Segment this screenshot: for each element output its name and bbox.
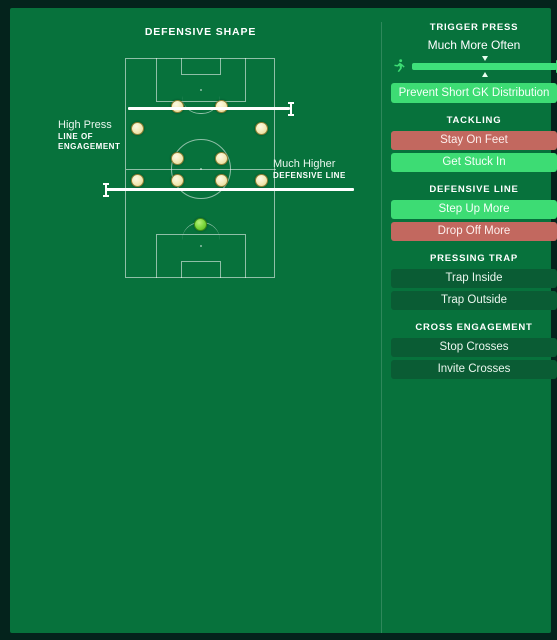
line-of-engagement-label-1: LINE OF <box>58 132 94 141</box>
player-token[interactable] <box>131 174 144 187</box>
page-title: DEFENSIVE SHAPE <box>144 26 257 38</box>
line-of-engagement-annotation: High Press LINE OF ENGAGEMENT <box>58 119 128 152</box>
tactics-screen: DEFENSIVE SHAPE High Press LINE OF ENGAG… <box>0 0 557 640</box>
section-defensive-line: DEFENSIVE LINE Step Up More Drop Off Mor… <box>391 184 557 241</box>
trigger-press-track[interactable] <box>412 55 557 77</box>
trigger-press-value: Much More Often <box>427 38 521 52</box>
get-stuck-in-button[interactable]: Get Stuck In <box>391 153 557 172</box>
line-of-engagement-marker[interactable] <box>128 107 290 110</box>
stay-on-feet-button[interactable]: Stay On Feet <box>391 131 557 150</box>
cross-engagement-title: CROSS ENGAGEMENT <box>415 322 533 333</box>
defensive-line-marker[interactable] <box>105 188 354 191</box>
trigger-press-title: TRIGGER PRESS <box>429 22 519 33</box>
stop-crosses-button[interactable]: Stop Crosses <box>391 338 557 357</box>
section-cross-engagement: CROSS ENGAGEMENT Stop Crosses Invite Cro… <box>391 322 557 379</box>
pitch-graphic[interactable] <box>125 58 276 278</box>
player-token[interactable] <box>131 122 144 135</box>
centre-spot <box>200 168 202 170</box>
player-token[interactable] <box>215 152 228 165</box>
prevent-short-gk-distribution-button[interactable]: Prevent Short GK Distribution <box>391 83 557 103</box>
section-tackling: TACKLING Stay On Feet Get Stuck In <box>391 115 557 172</box>
step-up-more-button[interactable]: Step Up More <box>391 200 557 219</box>
drop-off-more-button[interactable]: Drop Off More <box>391 222 557 241</box>
section-pressing-trap: PRESSING TRAP Trap Inside Trap Outside <box>391 253 557 310</box>
player-token[interactable] <box>255 122 268 135</box>
running-man-icon <box>391 58 407 74</box>
instructions-column: TRIGGER PRESS Much More Often Prevent Sh… <box>391 22 557 391</box>
player-token[interactable] <box>215 174 228 187</box>
trigger-press-slider[interactable] <box>391 55 557 77</box>
line-of-engagement-handle[interactable] <box>288 102 294 116</box>
defensive-line-label: DEFENSIVE LINE <box>273 171 346 180</box>
line-of-engagement-label-2: ENGAGEMENT <box>58 142 121 151</box>
tackling-title: TACKLING <box>446 115 502 126</box>
pressing-trap-title: PRESSING TRAP <box>430 253 518 264</box>
line-of-engagement-value: High Press <box>58 119 112 131</box>
trap-inside-button[interactable]: Trap Inside <box>391 269 557 288</box>
defensive-line-annotation: Much Higher DEFENSIVE LINE <box>273 158 368 181</box>
defensive-line-handle[interactable] <box>103 183 109 197</box>
penalty-spot-top <box>200 89 202 91</box>
goalkeeper-token[interactable] <box>194 218 207 231</box>
tactics-panel: DEFENSIVE SHAPE High Press LINE OF ENGAG… <box>10 8 557 633</box>
defensive-line-title: DEFENSIVE LINE <box>429 184 519 195</box>
slider-marker-up <box>481 55 488 61</box>
defensive-line-value: Much Higher <box>273 158 336 170</box>
penalty-spot-bottom <box>200 245 202 247</box>
player-token[interactable] <box>171 174 184 187</box>
player-token[interactable] <box>171 152 184 165</box>
six-yard-box-bottom <box>181 261 221 278</box>
trap-outside-button[interactable]: Trap Outside <box>391 291 557 310</box>
invite-crosses-button[interactable]: Invite Crosses <box>391 360 557 379</box>
player-token[interactable] <box>255 174 268 187</box>
section-trigger-press: TRIGGER PRESS Much More Often Prevent Sh… <box>391 22 557 103</box>
slider-marker-down <box>481 71 488 77</box>
column-divider <box>381 22 382 633</box>
six-yard-box-top <box>181 58 221 75</box>
